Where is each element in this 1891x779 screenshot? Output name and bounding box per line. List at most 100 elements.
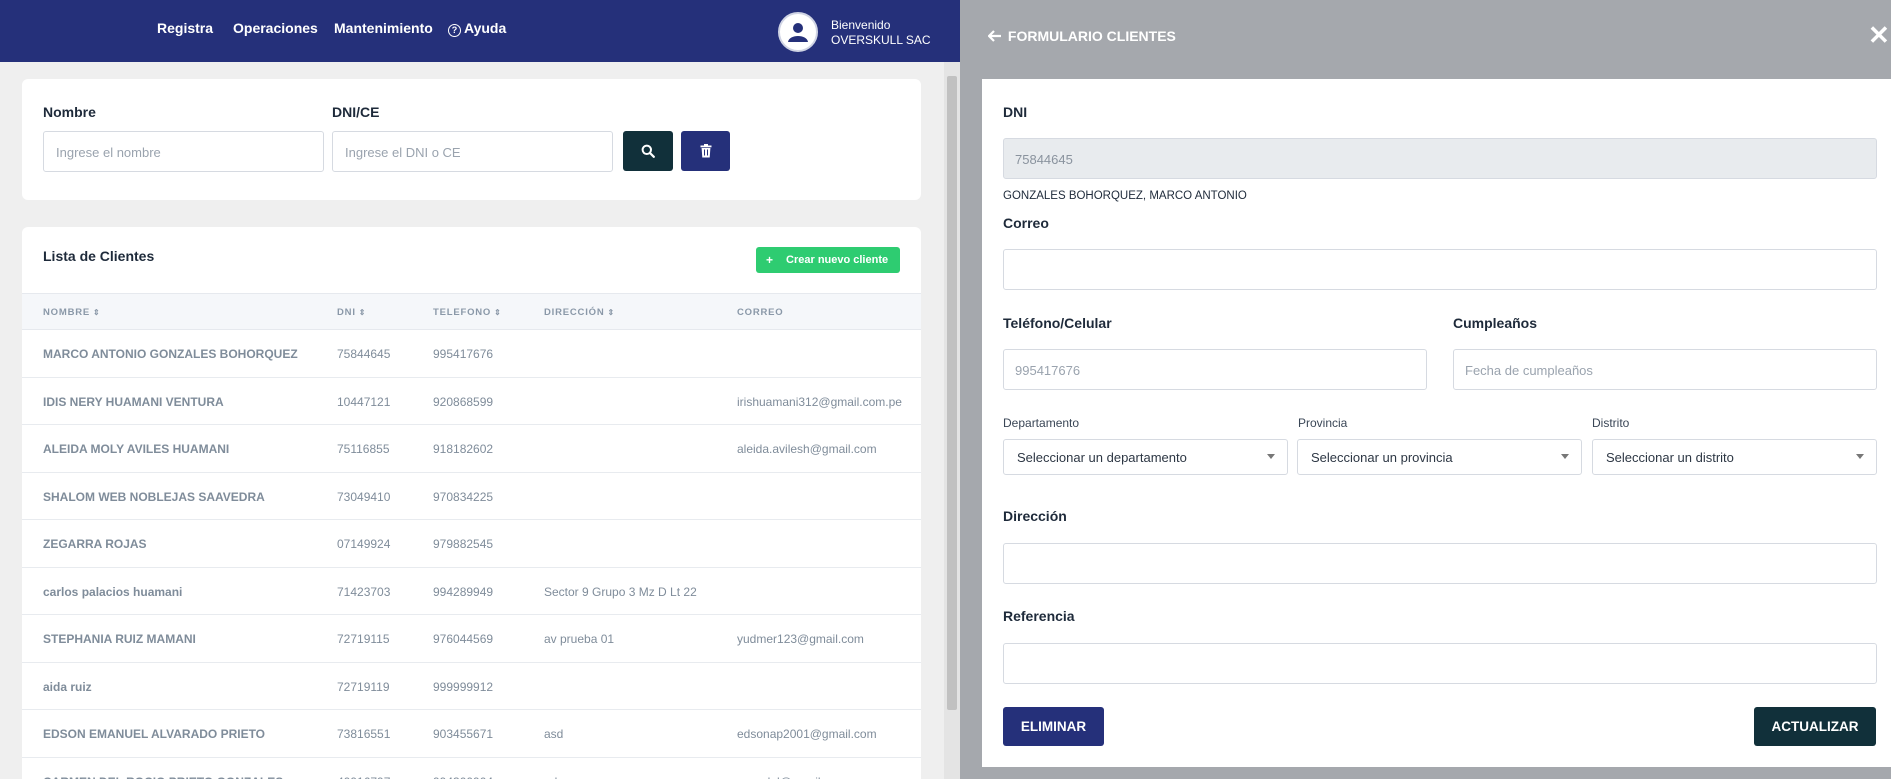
direccion-field[interactable] — [1003, 543, 1877, 584]
cell-dni: 07149924 — [337, 537, 391, 551]
help-icon: ? — [448, 24, 461, 37]
cell-direccion: av prueba 01 — [544, 632, 615, 646]
table-row[interactable]: IDIS NERY HUAMANI VENTURA 10447121 9208685… — [22, 378, 921, 425]
dni-filter-label: DNI/CE — [332, 104, 380, 120]
panel-title[interactable]: FORMULARIO CLIENTES — [987, 28, 1176, 44]
cell-nombre: ALEIDA MOLY AVILES HUAMANI — [43, 442, 230, 456]
name-filter-label: Nombre — [43, 104, 96, 120]
user-icon — [788, 23, 808, 42]
correo-field[interactable] — [1003, 249, 1877, 290]
departamento-select[interactable]: Seleccionar un departamento — [1003, 439, 1288, 475]
cell-telefono: 979882545 — [433, 537, 494, 551]
column-header-dni[interactable]: DNI ⇕ — [337, 307, 365, 318]
cell-nombre: carlos palacios huamani — [43, 584, 183, 599]
clients-list-title: Lista de Clientes — [43, 248, 155, 264]
cell-correo: yudmer123@gmail.com — [737, 632, 864, 646]
table-row[interactable]: ZEGARRA ROJAS 07149924 979882545 — [22, 520, 921, 568]
sort-icon: ⇕ — [494, 308, 501, 317]
cell-nombre: SHALOM WEB NOBLEJAS SAAVEDRA — [43, 489, 265, 504]
departamento-label: Departamento — [1003, 416, 1080, 430]
distrito-select-value: Seleccionar un distrito — [1606, 450, 1734, 465]
dni-filter-input[interactable]: Ingrese el DNI o CE — [332, 131, 613, 172]
create-client-button[interactable]: + Crear nuevo cliente — [756, 247, 900, 273]
cell-direccion: ads — [544, 775, 563, 779]
cell-direccion: asd — [544, 727, 564, 741]
cell-dni: 40916797 — [337, 775, 390, 779]
trash-icon — [700, 144, 711, 158]
cell-correo: irishuamani312@gmail.com.pe — [737, 394, 902, 409]
cell-dni: 10447121 — [337, 394, 391, 409]
table-row[interactable]: aida ruiz 72719119 999999912 — [22, 663, 921, 710]
clear-filter-button[interactable] — [681, 131, 730, 171]
cell-dni: 73816551 — [337, 727, 391, 741]
client-full-name: GONZALES BOHORQUEZ, MARCO ANTONIO — [1003, 190, 1247, 202]
column-header-correo: CORREO — [737, 307, 784, 318]
telefono-field[interactable]: 995417676 — [1003, 349, 1427, 390]
cell-nombre: aida ruiz — [43, 679, 92, 694]
provincia-select[interactable]: Seleccionar un provincia — [1297, 439, 1582, 475]
table-row[interactable]: carlos palacios huamani 71423703 994289949… — [22, 568, 921, 615]
sort-icon: ⇕ — [93, 308, 100, 317]
clients-list-card: Lista de Clientes + Crear nuevo cliente … — [22, 227, 921, 779]
column-header-nombre[interactable]: NOMBRE ⇕ — [43, 307, 100, 318]
cell-telefono: 976044569 — [433, 632, 494, 646]
chevron-down-icon — [1856, 454, 1864, 459]
column-header-direccion[interactable]: DIRECCIÓN ⇕ — [544, 307, 614, 318]
search-button[interactable] — [623, 131, 673, 171]
clients-table-body: MARCO ANTONIO GONZALES BOHORQUEZ 75844645… — [22, 330, 921, 779]
nav-registra[interactable]: Registra — [157, 20, 213, 36]
table-row[interactable]: SHALOM WEB NOBLEJAS SAAVEDRA 73049410 9708… — [22, 473, 921, 520]
top-navbar: Registra Operaciones Mantenimiento ? Ayud… — [0, 0, 960, 62]
cell-nombre: CARMEN DEL ROCIO PRIETO GONZALES — [43, 775, 283, 779]
cumpleanos-field[interactable]: Fecha de cumpleaños — [1453, 349, 1877, 390]
nav-ayuda-label: Ayuda — [464, 20, 507, 36]
table-row[interactable]: CARMEN DEL ROCIO PRIETO GONZALES 40916797… — [22, 758, 921, 779]
sort-icon: ⇕ — [358, 308, 366, 317]
cell-telefono: 995417676 — [433, 347, 494, 361]
cell-dni: 75844645 — [337, 347, 391, 361]
cell-direccion: Sector 9 Grupo 3 Mz D Lt 22 — [544, 584, 697, 599]
name-filter-input[interactable]: Ingrese el nombre — [43, 131, 324, 172]
cell-telefono: 994300904 — [433, 775, 493, 779]
chevron-down-icon — [1561, 454, 1569, 459]
provincia-label: Provincia — [1298, 416, 1348, 430]
cell-dni: 73049410 — [337, 489, 391, 504]
panel-title-text: FORMULARIO CLIENTES — [1007, 28, 1176, 44]
nav-ayuda[interactable]: ? Ayuda — [448, 20, 506, 37]
nav-mantenimiento[interactable]: Mantenimiento — [334, 20, 433, 36]
dni-label: DNI — [1003, 104, 1028, 120]
departamento-select-value: Seleccionar un departamento — [1017, 450, 1187, 465]
nav-operaciones[interactable]: Operaciones — [233, 20, 318, 36]
distrito-select[interactable]: Seleccionar un distrito — [1592, 439, 1877, 475]
cell-nombre: MARCO ANTONIO GONZALES BOHORQUEZ — [43, 347, 298, 361]
dni-field: 75844645 — [1003, 138, 1877, 179]
welcome-greeting: Bienvenido — [831, 18, 891, 32]
cell-nombre: ZEGARRA ROJAS — [43, 537, 147, 551]
cell-telefono: 903455671 — [433, 727, 494, 741]
close-icon[interactable]: ✕ — [1868, 21, 1890, 49]
cell-correo: edsonap2001@gmail.com — [737, 727, 877, 741]
table-row[interactable]: STEPHANIA RUIZ MAMANI 72719115 976044569 av… — [22, 615, 921, 663]
telefono-label: Teléfono/Celular — [1003, 315, 1112, 331]
referencia-label: Referencia — [1003, 608, 1075, 624]
page-scrollbar-thumb[interactable] — [947, 76, 957, 710]
cell-correo: aleida.avilesh@gmail.com — [737, 442, 877, 456]
avatar[interactable] — [778, 12, 818, 52]
table-row[interactable]: MARCO ANTONIO GONZALES BOHORQUEZ 75844645… — [22, 330, 921, 378]
delete-button[interactable]: ELIMINAR — [1003, 707, 1104, 746]
filter-card: Nombre Ingrese el nombre DNI/CE Ingrese … — [22, 79, 921, 200]
cumpleanos-label: Cumpleaños — [1453, 315, 1538, 331]
plus-icon: + — [766, 253, 774, 267]
referencia-field[interactable] — [1003, 643, 1877, 684]
column-header-telefono[interactable]: TELEFONO ⇕ — [433, 307, 501, 318]
cell-telefono: 999999912 — [433, 679, 494, 694]
correo-label: Correo — [1003, 215, 1049, 231]
table-row[interactable]: EDSON EMANUEL ALVARADO PRIETO 73816551 903… — [22, 710, 921, 758]
cell-correo: carmdel@gmail.com — [737, 775, 847, 779]
search-icon — [641, 144, 655, 158]
update-button[interactable]: ACTUALIZAR — [1754, 707, 1876, 746]
create-client-label: Crear nuevo cliente — [786, 254, 889, 266]
welcome-company: OVERSKULL SAC — [831, 33, 931, 47]
table-row[interactable]: ALEIDA MOLY AVILES HUAMANI 75116855 918182… — [22, 425, 921, 473]
cell-telefono: 970834225 — [433, 489, 494, 504]
